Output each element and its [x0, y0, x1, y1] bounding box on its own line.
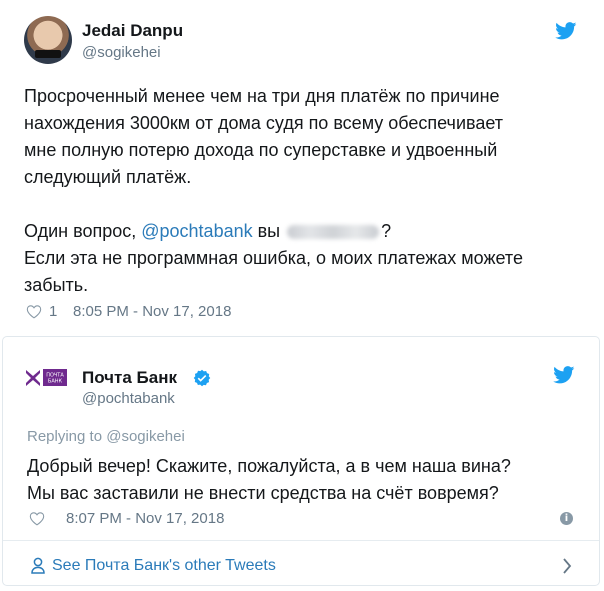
question-end: ? [381, 221, 392, 241]
reply-timestamp[interactable]: 8:07 PM - Nov 17, 2018 [66, 510, 224, 527]
replying-to[interactable]: Replying to @sogikehei [27, 428, 185, 445]
profile-icon [31, 557, 45, 574]
tweet-text-line: нахождения 3000км от дома судя по всему … [24, 113, 504, 133]
heart-icon[interactable] [26, 304, 42, 319]
reply-author-name-text: Почта Банк [82, 368, 178, 387]
reply-text: Добрый вечер! Скажите, пожалуйста, а в ч… [27, 453, 511, 507]
reply-author-name[interactable]: Почта Банк [82, 368, 177, 388]
chevron-right-icon[interactable] [562, 558, 572, 574]
see-other-tweets-link[interactable]: See Почта Банк's other Tweets [52, 557, 276, 575]
avatar-badge [35, 50, 61, 58]
author-name[interactable]: Jedai Danpu [82, 21, 183, 41]
question-prefix: Один вопрос, [24, 221, 142, 241]
heart-icon[interactable] [29, 511, 45, 526]
tweet-text-line: забыть. [24, 275, 89, 295]
reply-author-handle[interactable]: @pochtabank [82, 390, 175, 407]
tweet-text-line: мне полную потерю дохода по суперставке … [24, 140, 498, 160]
like-count[interactable]: 1 [49, 303, 57, 320]
tweet-text-line: Просроченный менее чем на три дня платёж… [24, 86, 500, 106]
mention-link[interactable]: @pochtabank [141, 221, 252, 241]
pochtabank-logo[interactable]: ПОЧТА БАНК [24, 366, 69, 389]
info-icon[interactable]: i [560, 512, 573, 525]
reply-text-line: Добрый вечер! Скажите, пожалуйста, а в ч… [27, 456, 511, 476]
verified-badge-icon [193, 369, 211, 387]
card-divider [3, 540, 599, 541]
tweet-text-line: Если эта не программная ошибка, о моих п… [24, 248, 523, 268]
tweet-question-line: Один вопрос, @pochtabank вы ? [24, 218, 523, 245]
timestamp[interactable]: 8:05 PM - Nov 17, 2018 [73, 303, 231, 320]
blurred-word [287, 225, 380, 240]
twitter-bird-icon[interactable] [555, 22, 577, 40]
avatar[interactable] [24, 16, 72, 64]
logo-text-2: БАНК [48, 379, 63, 385]
tweet-text: Просроченный менее чем на три дня платёж… [24, 83, 523, 299]
twitter-bird-icon[interactable] [553, 366, 575, 384]
tweet-text-line: следующий платёж. [24, 167, 192, 187]
reply-text-line: Мы вас заставили не внести средства на с… [27, 483, 499, 503]
author-handle[interactable]: @sogikehei [82, 44, 161, 61]
question-mid: вы [252, 221, 286, 241]
